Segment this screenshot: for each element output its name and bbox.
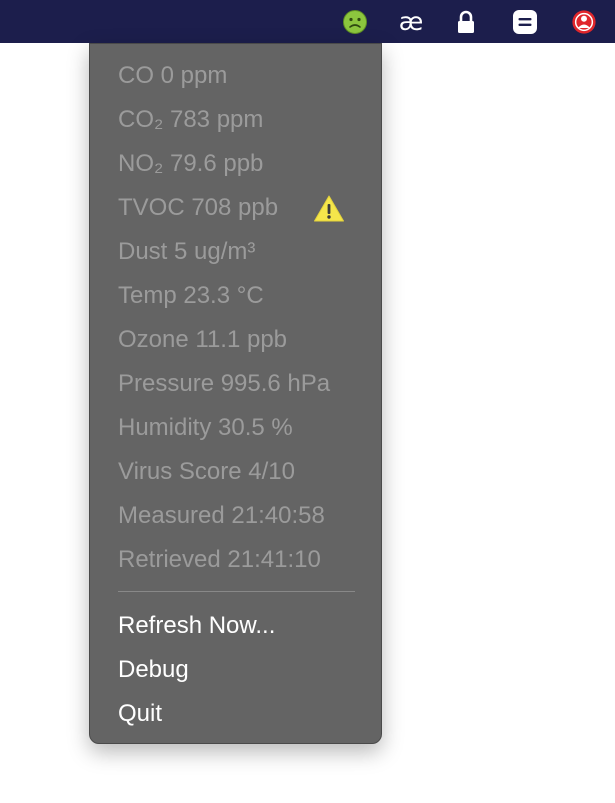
lock-icon[interactable] <box>453 9 479 35</box>
debug-menu-item[interactable]: Debug <box>118 655 189 685</box>
dropdown-menu: CO 0 ppm CO₂ 783 ppm NO₂ 79.6 ppb TVOC 7… <box>89 43 382 744</box>
sick-face-icon[interactable] <box>342 9 368 35</box>
red-status-icon[interactable] <box>571 9 597 35</box>
menu-bar: æ <box>0 0 615 43</box>
warning-icon <box>313 194 345 223</box>
reading-co: CO 0 ppm <box>118 62 228 89</box>
ae-ligature-icon[interactable]: æ <box>398 9 424 35</box>
quit-menu-item[interactable]: Quit <box>118 699 162 729</box>
reading-temp: Temp 23.3 °C <box>118 282 264 309</box>
refresh-now-menu-item[interactable]: Refresh Now... <box>118 611 275 641</box>
reading-pressure: Pressure 995.6 hPa <box>118 370 331 397</box>
reading-no2: NO₂ 79.6 ppb <box>118 150 264 177</box>
reading-tvoc: TVOC 708 ppb <box>118 194 279 221</box>
reading-co2: CO₂ 783 ppm <box>118 106 264 133</box>
menu-separator <box>118 591 355 592</box>
reading-dust: Dust 5 ug/m³ <box>118 238 256 265</box>
reading-virus-score: Virus Score 4/10 <box>118 458 295 485</box>
measured-time: Measured 21:40:58 <box>118 502 325 529</box>
reading-ozone: Ozone 11.1 ppb <box>118 326 288 353</box>
retrieved-time: Retrieved 21:41:10 <box>118 546 321 573</box>
reading-humidity: Humidity 30.5 % <box>118 414 293 441</box>
menu-lines-icon[interactable] <box>512 9 538 35</box>
ae-ligature-text: æ <box>398 7 424 36</box>
